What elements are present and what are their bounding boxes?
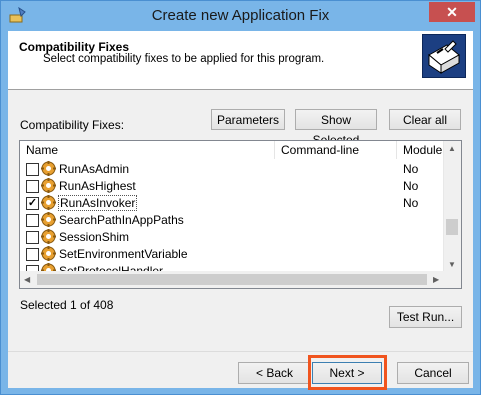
list-item[interactable]: SessionShim: [20, 229, 445, 246]
fix-name: SetEnvironmentVariable: [59, 247, 188, 261]
vertical-scrollbar[interactable]: ▲ ▼: [443, 141, 461, 272]
show-selected-button[interactable]: Show Selected: [295, 109, 377, 147]
horizontal-scrollbar[interactable]: ◀ ▶: [20, 271, 445, 288]
close-button[interactable]: ✕: [429, 2, 475, 22]
fix-gear-icon: [41, 212, 56, 227]
checkbox[interactable]: [26, 214, 39, 227]
list-item[interactable]: SetEnvironmentVariable: [20, 246, 445, 263]
column-header-name[interactable]: Name: [20, 141, 275, 159]
fix-module: No: [403, 196, 419, 210]
wizard-header: Compatibility Fixes Select compatibility…: [8, 31, 473, 90]
checkbox[interactable]: [26, 180, 39, 193]
page-title: Compatibility Fixes: [19, 40, 130, 54]
fix-name: SessionShim: [59, 230, 130, 244]
list-item[interactable]: ✓ RunAsInvoker No: [20, 195, 445, 212]
scroll-down-icon[interactable]: ▼: [448, 260, 456, 269]
fix-module: No: [403, 179, 419, 193]
footer-divider: [8, 351, 473, 352]
compatibility-fix-icon: [422, 34, 466, 78]
fix-name: SearchPathInAppPaths: [59, 213, 184, 227]
vertical-scroll-thumb[interactable]: [446, 219, 458, 235]
fixes-label: Compatibility Fixes:: [20, 118, 125, 132]
list-item[interactable]: SearchPathInAppPaths: [20, 212, 445, 229]
selection-status: Selected 1 of 408: [20, 298, 114, 312]
fix-gear-icon: [41, 195, 56, 210]
fix-module: No: [403, 162, 419, 176]
checkbox[interactable]: [26, 163, 39, 176]
fix-gear-icon: [41, 178, 56, 193]
fix-gear-icon: [41, 161, 56, 176]
title-bar[interactable]: Create new Application Fix ✕: [1, 1, 480, 31]
list-item[interactable]: RunAsHighest No: [20, 178, 445, 195]
column-header-command-line[interactable]: Command-line: [275, 141, 397, 159]
horizontal-scroll-thumb[interactable]: [37, 274, 427, 285]
window-title: Create new Application Fix: [151, 7, 330, 24]
list-item[interactable]: RunAsAdmin No: [20, 161, 445, 178]
scroll-left-icon[interactable]: ◀: [24, 275, 30, 284]
fix-name: RunAsHighest: [59, 179, 136, 193]
column-header-module[interactable]: Module: [397, 141, 447, 159]
checkbox[interactable]: [26, 248, 39, 261]
scrollbar-corner: [444, 271, 461, 288]
scroll-up-icon[interactable]: ▲: [448, 144, 456, 153]
test-run-button[interactable]: Test Run...: [389, 306, 462, 328]
checkbox[interactable]: ✓: [26, 197, 39, 210]
cancel-button[interactable]: Cancel: [397, 362, 469, 384]
back-button[interactable]: < Back: [238, 362, 311, 384]
checkbox[interactable]: [26, 231, 39, 244]
fixes-list[interactable]: Name Command-line Module RunAsAdmin No Run…: [19, 140, 462, 289]
fix-name: RunAsAdmin: [59, 162, 130, 176]
fix-name: RunAsInvoker: [58, 195, 138, 211]
next-button-highlight: [308, 355, 387, 390]
scroll-right-icon[interactable]: ▶: [433, 275, 439, 284]
fix-gear-icon: [41, 246, 56, 261]
dialog-body: Compatibility Fixes Select compatibility…: [8, 31, 473, 388]
parameters-button[interactable]: Parameters: [211, 109, 285, 130]
clear-all-button[interactable]: Clear all: [389, 109, 461, 130]
page-subtitle: Select compatibility fixes to be applied…: [43, 53, 325, 65]
dialog-window: Create new Application Fix ✕ Compatibili…: [0, 0, 481, 395]
fix-gear-icon: [41, 229, 56, 244]
